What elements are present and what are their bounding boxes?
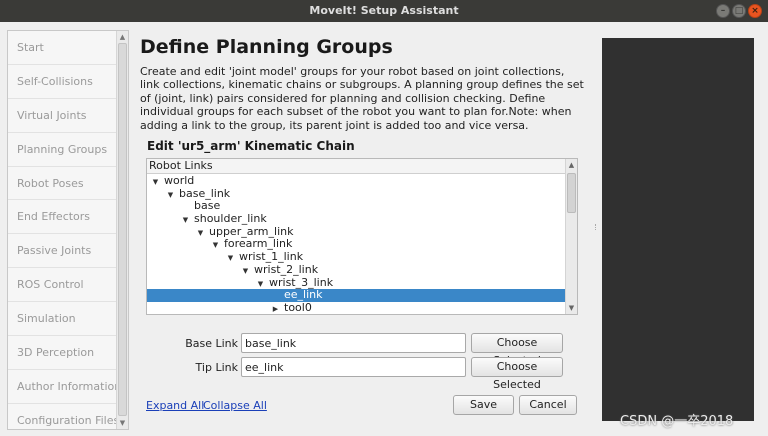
tree-row-label: base_link (179, 186, 231, 200)
tree-row[interactable]: ▼ shoulder_link (147, 212, 566, 226)
tree-row[interactable]: ▶ tool0 (147, 300, 566, 314)
sidebar-item-ros-control[interactable]: ROS Control (8, 268, 117, 303)
tree-row-label: wrist_3_link (269, 275, 334, 289)
collapse-arrow-icon[interactable]: ▶ (270, 303, 281, 314)
sidebar-item-3d-perception[interactable]: 3D Perception (8, 336, 117, 370)
sidebar-item-virtual-joints[interactable]: Virtual Joints (8, 99, 117, 133)
robot-3d-viewer[interactable] (602, 38, 754, 421)
scroll-down-icon[interactable]: ▼ (117, 417, 128, 429)
base-link-label: Base Link (185, 337, 238, 350)
title-bar: MoveIt! Setup Assistant – □ × (0, 0, 768, 22)
scroll-up-icon[interactable]: ▲ (117, 31, 128, 43)
sidebar-item-end-effectors[interactable]: End Effectors (8, 200, 117, 235)
tree-row[interactable]: ▼ world (147, 174, 566, 188)
tree-rows: ▼ world ▼ base_link base ▼ shoulder_link ▼ upper… (147, 174, 566, 314)
window-title: MoveIt! Setup Assistant (309, 4, 459, 17)
robot-links-tree[interactable]: Robot Links ▼ world ▼ base_link base ▼ shoulde… (146, 158, 578, 315)
page-title: Define Planning Groups (140, 36, 393, 58)
choose-selected-base-button[interactable]: Choose Selected (471, 333, 563, 367)
sidebar-item-start[interactable]: Start (8, 31, 117, 65)
sidebar-item-author-information[interactable]: Author Information (8, 370, 117, 404)
sidebar-item-robot-poses[interactable]: Robot Poses (8, 167, 117, 201)
tree-row[interactable]: ▼ upper_arm_link (147, 224, 566, 239)
tree-scrollbar[interactable]: ▲ ▼ (565, 159, 577, 314)
main-content: Define Planning Groups Create and edit '… (140, 36, 590, 153)
tree-row-label: ee_link (284, 288, 323, 302)
tree-row[interactable]: ee_link (147, 288, 566, 302)
sidebar-item-simulation[interactable]: Simulation (8, 302, 117, 337)
cancel-button[interactable]: Cancel (519, 395, 577, 415)
sidebar-item-configuration-files[interactable]: Configuration Files (8, 404, 117, 429)
sidebar-item-self-collisions[interactable]: Self-Collisions (8, 65, 117, 99)
save-button[interactable]: Save (453, 395, 514, 415)
tree-header: Robot Links (147, 159, 565, 174)
tree-row-label: upper_arm_link (209, 224, 294, 238)
sidebar-item-passive-joints[interactable]: Passive Joints (8, 234, 117, 269)
sidebar-scrollbar[interactable]: ▲ ▼ (116, 31, 128, 429)
tree-row-label: forearm_link (224, 237, 293, 251)
choose-selected-tip-button[interactable]: Choose Selected (471, 357, 563, 391)
base-link-input[interactable] (241, 333, 466, 353)
tip-link-input[interactable] (241, 357, 466, 377)
sidebar: Start Self-Collisions Virtual Joints Planni… (7, 30, 129, 430)
tip-link-label: Tip Link (195, 361, 238, 374)
tree-row-label: wrist_1_link (239, 250, 304, 264)
tree-row-label: base (194, 199, 221, 213)
sidebar-list: Start Self-Collisions Virtual Joints Planni… (8, 31, 117, 429)
close-icon[interactable]: × (748, 4, 762, 18)
section-title: Edit 'ur5_arm' Kinematic Chain (147, 139, 355, 153)
tree-row-label: wrist_2_link (254, 262, 319, 276)
tree-row[interactable]: ▼ forearm_link (147, 238, 566, 251)
minimize-icon[interactable]: – (716, 4, 730, 18)
sidebar-scroll-thumb[interactable] (118, 43, 127, 416)
window-controls: – □ × (716, 4, 762, 18)
scroll-up-icon[interactable]: ▲ (566, 159, 577, 171)
expand-all-link[interactable]: Expand All (146, 399, 204, 412)
maximize-icon[interactable]: □ (732, 4, 746, 18)
collapse-all-link[interactable]: Collapse All (203, 399, 267, 412)
tree-row-label: world (164, 174, 195, 187)
sidebar-item-planning-groups[interactable]: Planning Groups (8, 133, 117, 167)
tree-row[interactable]: ▼ wrist_2_link (147, 262, 566, 277)
scroll-down-icon[interactable]: ▼ (566, 302, 577, 314)
tree-row-label: shoulder_link (194, 212, 267, 226)
watermark: CSDN @一卒2018 (620, 414, 734, 429)
tree-row-label: tool0 (284, 300, 312, 314)
tree-scroll-thumb[interactable] (567, 173, 576, 213)
tree-row[interactable]: ▼ wrist_1_link (147, 250, 566, 264)
tree-row[interactable]: ▼ wrist_3_link (147, 275, 566, 290)
splitter-handle[interactable] (595, 224, 597, 230)
page-description: Create and edit 'joint model' groups for… (140, 65, 584, 132)
